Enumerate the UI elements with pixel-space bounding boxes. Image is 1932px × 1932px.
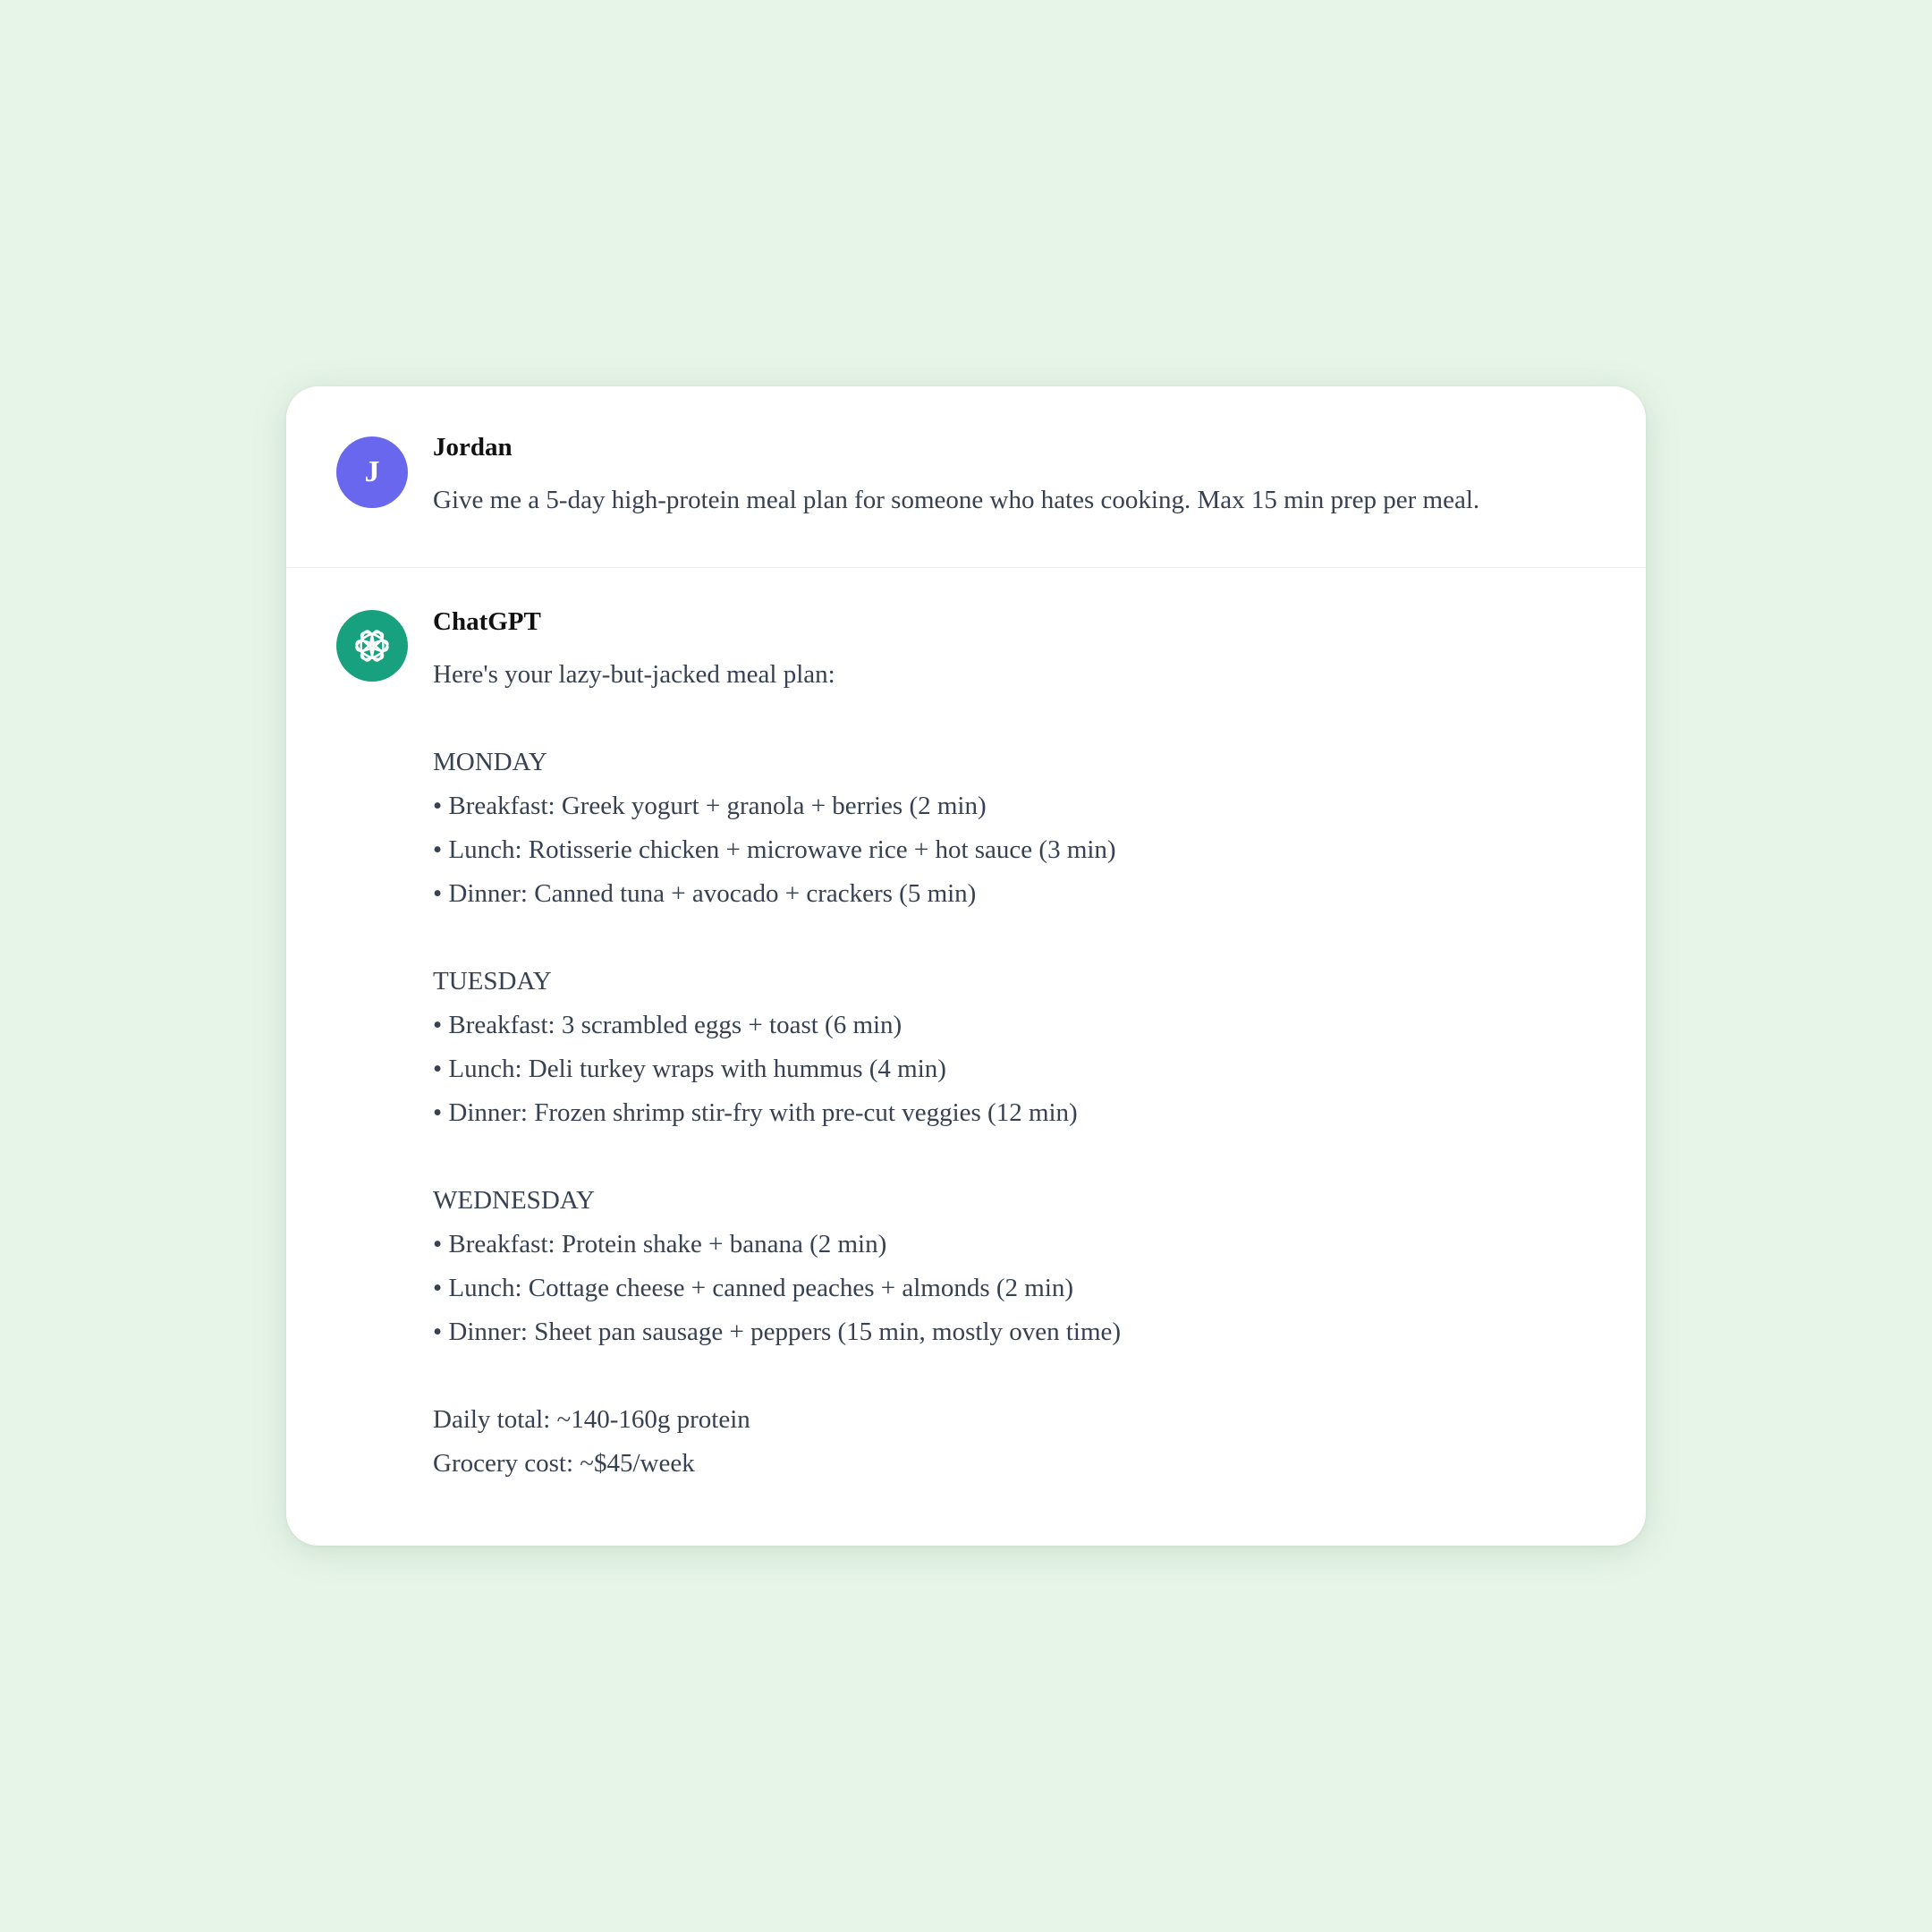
intro-line: Here's your lazy-but-jacked meal plan: — [433, 660, 835, 689]
meal-item: • Dinner: Frozen shrimp stir-fry with pr… — [433, 1098, 1078, 1127]
day-heading-tuesday: TUESDAY — [433, 967, 552, 996]
assistant-name: ChatGPT — [433, 607, 541, 636]
user-avatar-initial: J — [364, 455, 380, 488]
day-heading-monday: MONDAY — [433, 748, 547, 776]
meal-item: • Breakfast: Protein shake + banana (2 m… — [433, 1230, 887, 1258]
meal-item: • Lunch: Deli turkey wraps with hummus (… — [433, 1055, 946, 1083]
chat-card: J Jordan Give me a 5-day high-protein me… — [286, 386, 1646, 1546]
openai-logo-icon — [355, 630, 389, 662]
meal-item: • Breakfast: Greek yogurt + granola + be… — [433, 792, 987, 820]
grocery-cost-line: Grocery cost: ~$45/week — [433, 1449, 695, 1478]
daily-total-line: Daily total: ~140-160g protein — [433, 1405, 750, 1434]
assistant-message-body: Here's your lazy-but-jacked meal plan: MO… — [433, 653, 1596, 1486]
day-heading-wednesday: WEDNESDAY — [433, 1186, 595, 1215]
meal-item: • Dinner: Sheet pan sausage + peppers (1… — [433, 1318, 1122, 1346]
assistant-message-content: ChatGPT Here's your lazy-but-jacked meal… — [433, 609, 1596, 1486]
user-message-text: Give me a 5-day high-protein meal plan f… — [433, 486, 1480, 514]
user-name: Jordan — [433, 433, 513, 462]
meal-item: • Breakfast: 3 scrambled eggs + toast (6… — [433, 1011, 902, 1039]
meal-item: • Lunch: Cottage cheese + canned peaches… — [433, 1274, 1074, 1302]
meal-item: • Lunch: Rotisserie chicken + microwave … — [433, 835, 1116, 864]
meal-item: • Dinner: Canned tuna + avocado + cracke… — [433, 879, 977, 908]
assistant-avatar — [336, 610, 408, 682]
user-avatar: J — [336, 436, 408, 508]
user-message-content: Jordan Give me a 5-day high-protein meal… — [433, 435, 1596, 522]
user-message: J Jordan Give me a 5-day high-protein me… — [286, 386, 1646, 568]
